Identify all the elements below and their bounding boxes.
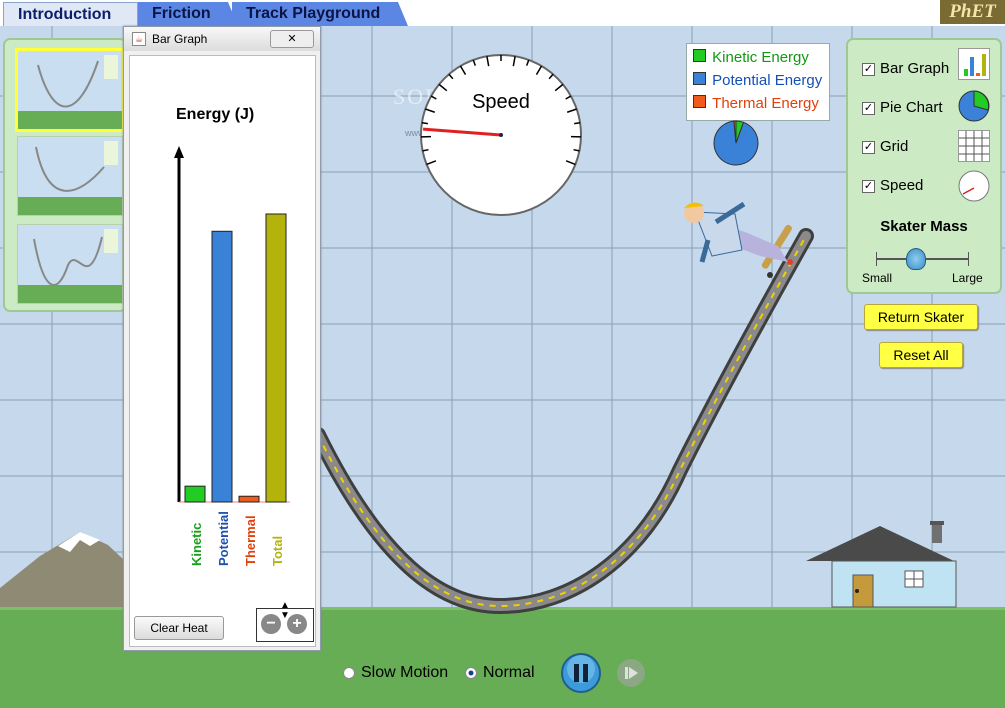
pie-chart-checkbox[interactable]: ✓ Pie Chart <box>862 98 943 118</box>
clear-heat-button[interactable]: Clear Heat <box>134 616 224 640</box>
step-button[interactable] <box>616 658 646 688</box>
simulation-stage: SOFTPEDIA www.softpedia.com <box>0 0 1005 708</box>
legend-swatch-kinetic <box>693 49 706 62</box>
speedometer: Speed <box>420 54 582 216</box>
grid-checkbox-label: Grid <box>880 138 909 155</box>
mass-min-label: Small <box>862 271 893 285</box>
bar-graph-window-title: Bar Graph <box>152 32 208 46</box>
bar-graph-checkbox-label: Bar Graph <box>880 60 950 77</box>
bar-graph-chart: Kinetic Potential Thermal Total <box>174 146 290 566</box>
java-cup-icon: ☕ <box>132 32 146 46</box>
track-thumbnail-2[interactable] <box>17 136 123 216</box>
zoom-in-button[interactable]: + <box>287 614 307 634</box>
legend-label-potential: Potential Energy <box>712 72 823 89</box>
bar-thermal <box>238 495 260 503</box>
bar-graph-titlebar[interactable]: ☕ Bar Graph ✕ <box>124 27 320 51</box>
bar-graph-window[interactable]: ☕ Bar Graph ✕ Energy (J) Kinetic Potentia… <box>123 26 321 651</box>
bar-label-thermal: Thermal <box>243 515 258 566</box>
step-icon <box>625 667 628 679</box>
mass-max-label: Large <box>952 271 983 285</box>
speed-icon[interactable] <box>958 170 990 202</box>
legend-swatch-potential <box>693 72 706 85</box>
zoom-control: ▲ ▼ − + <box>256 601 314 642</box>
normal-radio-button[interactable] <box>465 666 477 679</box>
bar-total <box>265 213 287 503</box>
mass-slider-thumb[interactable] <box>905 248 926 270</box>
slow-motion-radio[interactable]: Slow Motion <box>343 663 448 683</box>
pie-chart-icon[interactable] <box>958 90 990 122</box>
speed-tick <box>421 121 428 125</box>
pie-chart-check[interactable]: ✓ <box>862 101 875 115</box>
slow-motion-label: Slow Motion <box>361 664 449 681</box>
bar-kinetic <box>184 485 206 503</box>
speed-checkbox[interactable]: ✓ Speed <box>862 176 923 196</box>
track-thumbnail-3[interactable] <box>17 224 123 304</box>
grid-checkbox[interactable]: ✓ Grid <box>862 137 908 157</box>
legend-label-kinetic: Kinetic Energy <box>712 49 809 66</box>
energy-axis-arrow <box>174 146 184 158</box>
track-inner <box>313 231 811 612</box>
grid-check[interactable]: ✓ <box>862 140 875 154</box>
bar-graph-icon[interactable] <box>958 48 990 80</box>
bar-label-potential: Potential <box>216 511 231 566</box>
skater-mass-title: Skater Mass <box>880 218 968 235</box>
track-selector-panel <box>3 38 127 312</box>
legend-item-thermal: Thermal Energy <box>693 94 819 114</box>
speedometer-label: Speed <box>472 91 530 113</box>
pause-button[interactable] <box>561 653 601 693</box>
skater[interactable] <box>684 201 793 278</box>
mass-slider-tick-left <box>876 252 877 266</box>
bar-label-kinetic: Kinetic <box>189 523 204 566</box>
pause-icon <box>574 664 579 682</box>
normal-label: Normal <box>483 664 535 681</box>
energy-legend: Kinetic Energy Potential Energy Thermal … <box>686 43 830 121</box>
bar-graph-area: Energy (J) Kinetic Potential Thermal Total … <box>129 55 316 647</box>
normal-radio[interactable]: Normal <box>465 663 535 683</box>
energy-pie-chart <box>713 120 759 166</box>
slow-motion-radio-button[interactable] <box>343 666 355 679</box>
bar-graph-checkbox[interactable]: ✓ Bar Graph <box>862 59 949 79</box>
thumbnail-3-preview <box>18 229 122 303</box>
legend-swatch-thermal <box>693 95 706 108</box>
zoom-out-button[interactable]: − <box>261 614 281 634</box>
house <box>806 521 957 608</box>
phet-logo: PhET <box>940 0 1005 24</box>
reset-all-button[interactable]: Reset All <box>879 342 963 368</box>
return-skater-button[interactable]: Return Skater <box>864 304 978 330</box>
speed-check[interactable]: ✓ <box>862 179 875 193</box>
legend-label-thermal: Thermal Energy <box>712 95 819 112</box>
tab-friction[interactable]: Friction <box>138 2 238 26</box>
thumbnail-1-preview <box>18 55 122 129</box>
legend-item-potential: Potential Energy <box>693 71 822 91</box>
speed-checkbox-label: Speed <box>880 177 924 194</box>
bar-label-total: Total <box>270 536 285 566</box>
thumbnail-2-preview <box>18 141 122 215</box>
controls-panel: ✓ Bar Graph ✓ Pie Chart ✓ Grid ✓ Speed Skate… <box>846 38 1002 294</box>
bar-potential <box>211 230 233 503</box>
legend-item-kinetic: Kinetic Energy <box>693 48 809 68</box>
bar-graph-check[interactable]: ✓ <box>862 62 875 76</box>
speed-tick <box>574 121 581 125</box>
tab-track-playground[interactable]: Track Playground <box>232 2 408 26</box>
close-icon[interactable]: ✕ <box>270 30 314 48</box>
mass-slider-tick-right <box>968 252 969 266</box>
needle-pivot <box>499 133 503 137</box>
track-thumbnail-1[interactable] <box>15 48 125 132</box>
pie-chart-checkbox-label: Pie Chart <box>880 99 943 116</box>
grid-icon[interactable] <box>958 130 990 162</box>
tab-introduction[interactable]: Introduction <box>3 2 138 26</box>
